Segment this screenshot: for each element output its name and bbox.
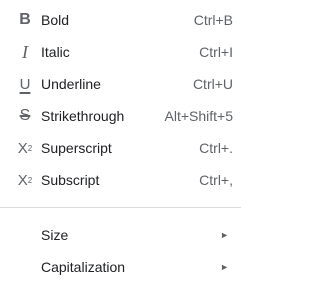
menu-item-label: Capitalization bbox=[41, 259, 126, 275]
menu-separator bbox=[0, 207, 241, 208]
bold-icon: B bbox=[19, 11, 31, 28]
shortcut-label: Ctrl+U bbox=[192, 76, 233, 92]
strikethrough-icon: S bbox=[19, 107, 31, 124]
menu-item-capitalization[interactable]: Capitalization ► bbox=[0, 251, 241, 282]
subscript-icon: X2 bbox=[17, 171, 33, 189]
menu-item-label: Strikethrough bbox=[41, 108, 125, 124]
menu-item-label: Superscript bbox=[41, 140, 112, 156]
underline-icon: U bbox=[19, 75, 31, 93]
superscript-icon: X2 bbox=[17, 139, 33, 157]
menu-item-size[interactable]: Size ► bbox=[0, 219, 241, 251]
menu-item-label: Italic bbox=[41, 44, 70, 60]
menu-item-strikethrough[interactable]: S Strikethrough Alt+Shift+5 bbox=[0, 100, 241, 132]
shortcut-label: Ctrl+, bbox=[199, 172, 233, 188]
italic-icon: I bbox=[22, 41, 28, 62]
menu-item-label: Subscript bbox=[41, 172, 100, 188]
menu-item-underline[interactable]: U Underline Ctrl+U bbox=[0, 68, 241, 100]
shortcut-label: Alt+Shift+5 bbox=[164, 108, 234, 124]
text-format-menu: B Bold Ctrl+B I Italic Ctrl+I U Underlin… bbox=[0, 0, 241, 282]
shortcut-label: Ctrl+B bbox=[193, 12, 233, 28]
shortcut-label: Ctrl+I bbox=[199, 44, 233, 60]
submenu-arrow-icon: ► bbox=[220, 230, 229, 240]
submenu-arrow-icon: ► bbox=[220, 262, 229, 272]
menu-item-italic[interactable]: I Italic Ctrl+I bbox=[0, 36, 241, 68]
menu-item-subscript[interactable]: X2 Subscript Ctrl+, bbox=[0, 164, 241, 196]
menu-item-label: Underline bbox=[41, 76, 101, 92]
menu-item-label: Bold bbox=[41, 12, 70, 28]
menu-item-superscript[interactable]: X2 Superscript Ctrl+. bbox=[0, 132, 241, 164]
menu-item-bold[interactable]: B Bold Ctrl+B bbox=[0, 4, 241, 36]
shortcut-label: Ctrl+. bbox=[199, 140, 233, 156]
menu-item-label: Size bbox=[41, 227, 69, 243]
